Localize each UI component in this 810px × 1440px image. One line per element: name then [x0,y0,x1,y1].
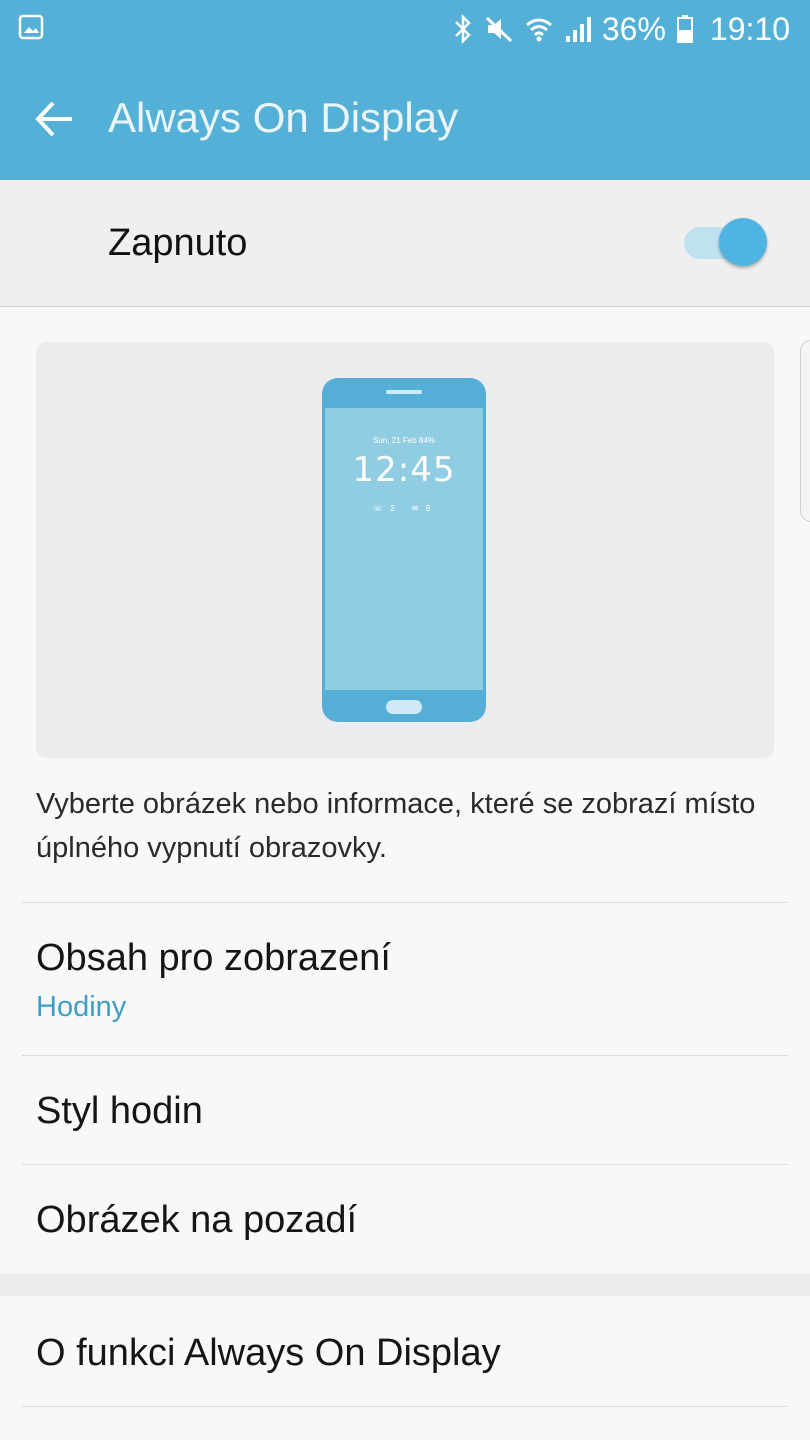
phone-speaker [386,390,422,394]
signal-icon [564,14,594,44]
edge-panel-handle[interactable] [800,340,810,522]
setting-title: O funkci Always On Display [36,1332,501,1374]
missed-calls-count: 2 [390,504,395,513]
app-bar: Always On Display [0,58,810,180]
status-bar: 36% 19:10 [0,0,810,58]
messages-count: 6 [425,504,431,513]
missed-call-icon: ☏ 2 [372,504,395,513]
description-text: Vyberte obrázek nebo informace, které se… [36,788,756,864]
battery-icon [676,14,694,44]
preview-notifications: ☏ 2 ✉ 6 [325,504,483,513]
setting-subtitle: Hodiny [36,991,127,1023]
mute-icon [484,14,514,44]
battery-percent: 36% [601,10,666,47]
preview-card: Sun, 21 Feb 84% 12:45 ☏ 2 ✉ 6 [36,342,774,758]
setting-about[interactable]: O funkci Always On Display [0,1296,810,1406]
setting-title: Obsah pro zobrazení [36,937,391,979]
back-arrow-icon[interactable] [34,98,76,140]
phone-home-button [386,700,422,714]
setting-title: Styl hodin [36,1090,203,1132]
switch-label: Zapnuto [108,222,248,264]
gallery-icon [18,14,44,45]
setting-clock-style[interactable]: Styl hodin [0,1056,810,1164]
setting-content[interactable]: Obsah pro zobrazení Hodiny [0,903,810,1055]
setting-title: Obrázek na pozadí [36,1199,358,1241]
toggle-knob [719,218,767,266]
section-gap [0,1274,810,1296]
phone-screen: Sun, 21 Feb 84% 12:45 ☏ 2 ✉ 6 [325,408,483,690]
clock: 19:10 [709,10,790,47]
divider [22,1406,788,1407]
message-icon: ✉ 6 [411,504,431,513]
preview-clock: 12:45 [352,450,456,490]
master-switch-row[interactable]: Zapnuto [0,180,810,307]
phone-illustration: Sun, 21 Feb 84% 12:45 ☏ 2 ✉ 6 [322,378,486,722]
page-title: Always On Display [108,94,459,141]
bluetooth-icon [452,14,474,44]
setting-background-image[interactable]: Obrázek na pozadí [0,1165,810,1273]
wifi-icon [524,14,554,44]
preview-date: Sun, 21 Feb 84% [373,436,435,445]
master-toggle[interactable] [684,218,774,268]
